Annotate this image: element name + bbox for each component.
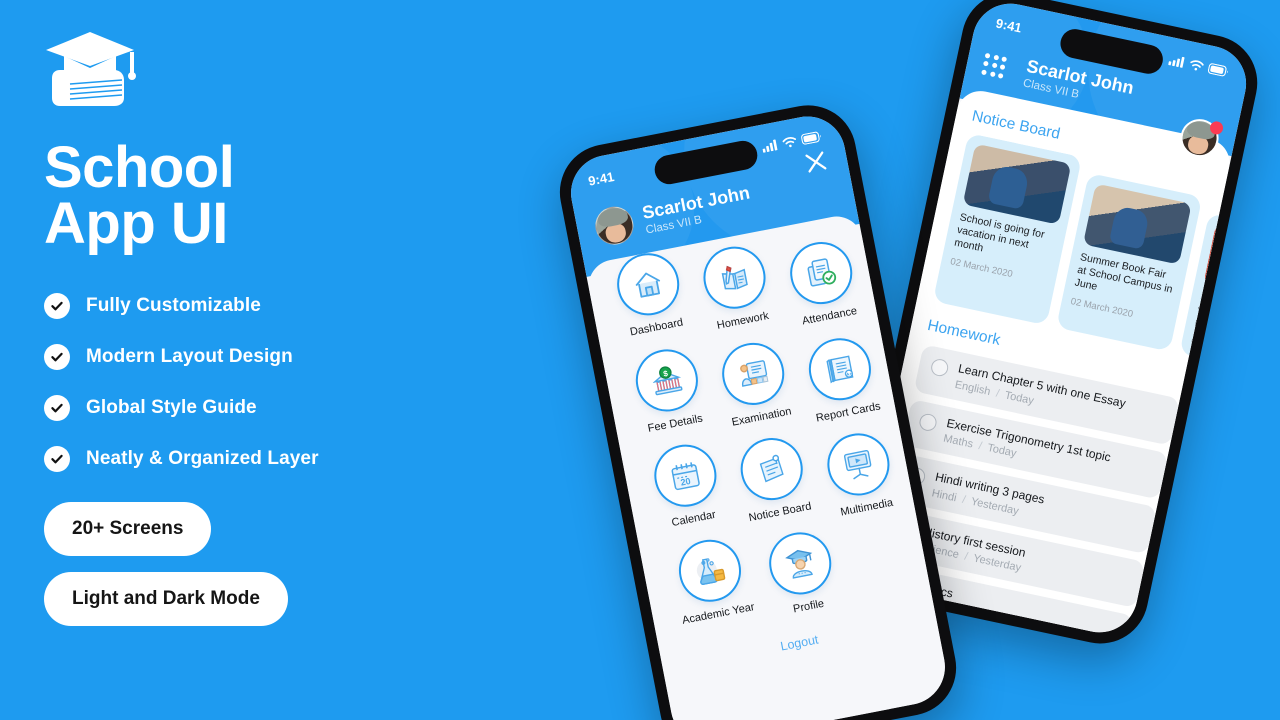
homework-due: Today	[986, 442, 1018, 460]
feature-label: Fully Customizable	[86, 294, 261, 316]
menu-label: Dashboard	[629, 316, 685, 339]
pill-group: 20+ Screens Light and Dark Mode	[44, 501, 464, 642]
check-circle-icon	[44, 394, 70, 421]
check-circle-icon	[44, 292, 70, 319]
pinned-note-icon	[735, 433, 809, 506]
bank-dollar-icon: $	[630, 343, 704, 417]
screens-count-pill[interactable]: 20+ Screens	[44, 501, 212, 556]
close-icon[interactable]	[801, 147, 831, 177]
homework-subject: Maths	[942, 432, 975, 451]
media-board-icon	[822, 428, 895, 502]
menu-label: Academic Year	[681, 600, 756, 627]
homework-due: Today	[1003, 389, 1035, 408]
flask-icon	[673, 534, 747, 608]
notice-thumbnail	[1203, 223, 1225, 305]
phone-mockup-front: 9:41 Scarlot John Class VII B Dashboard …	[551, 97, 965, 720]
menu-label: Profile	[792, 597, 826, 616]
separator: /	[977, 440, 983, 453]
wifi-icon	[782, 135, 798, 148]
presentation-person-icon	[716, 337, 790, 410]
notice-card[interactable]: Summer Book Fair at School Campus in Jun…	[1055, 172, 1203, 352]
menu-item-profile[interactable]: Profile	[752, 525, 852, 622]
feature-item: Modern Layout Design	[44, 343, 464, 370]
menu-label: Notice Board	[747, 500, 813, 525]
home-icon	[611, 247, 685, 321]
menu-label: Examination	[730, 405, 793, 429]
battery-icon	[800, 130, 823, 145]
feature-item: Global Style Guide	[44, 394, 464, 421]
page-title: School App UI	[44, 135, 464, 257]
menu-label: Calendar	[670, 509, 717, 530]
menu-sheet: Dashboard Homework Attendance $ Fee Deta…	[584, 212, 952, 720]
report-document-icon: A+	[803, 332, 877, 406]
menu-label: Attendance	[801, 305, 859, 328]
avatar[interactable]	[1177, 115, 1225, 161]
notice-date: 02 March 2020	[1189, 336, 1225, 360]
graduation-cap-books-icon	[44, 28, 136, 108]
title-line-2: App UI	[44, 191, 228, 257]
notice-text: School is going for vacation in next mon…	[1193, 290, 1225, 335]
left-info-panel: School App UI Fully Customizable Modern …	[44, 28, 464, 688]
status-time: 9:41	[586, 168, 616, 189]
battery-icon	[1207, 62, 1230, 77]
calendar-icon: 20	[649, 439, 722, 513]
check-circle-icon	[44, 445, 70, 472]
notice-thumbnail	[962, 143, 1072, 225]
menu-label: Multimedia	[839, 496, 895, 519]
checkbox-icon[interactable]	[929, 357, 950, 379]
check-circle-icon	[44, 343, 70, 370]
book-pencil-icon	[698, 241, 771, 315]
feature-item: Neatly & Organized Layer	[44, 445, 464, 472]
menu-label: Homework	[715, 309, 770, 332]
cellular-signal-icon	[1168, 54, 1186, 68]
notice-thumbnail	[1082, 183, 1192, 265]
cellular-signal-icon	[761, 138, 779, 153]
feature-list: Fully Customizable Modern Layout Design …	[44, 292, 464, 472]
graduate-person-icon	[763, 526, 837, 600]
menu-item-academic-year[interactable]: Academic Year	[662, 532, 764, 638]
menu-item-multimedia[interactable]: Multimedia	[810, 426, 910, 523]
feature-label: Modern Layout Design	[86, 345, 293, 367]
title-line-1: School	[44, 135, 235, 200]
wifi-icon	[1189, 58, 1205, 72]
avatar[interactable]	[592, 203, 637, 248]
menu-item-attendance[interactable]: Attendance	[773, 234, 873, 331]
menu-item-report-cards[interactable]: A+ Report Cards	[792, 330, 892, 427]
checkbox-icon[interactable]	[917, 412, 939, 433]
feature-label: Neatly & Organized Layer	[86, 447, 319, 469]
homework-subject: Hindi	[930, 486, 958, 504]
separator: /	[961, 493, 967, 506]
menu-label: Report Cards	[814, 399, 882, 425]
light-dark-mode-pill[interactable]: Light and Dark Mode	[44, 571, 288, 626]
phone-screen-front: 9:41 Scarlot John Class VII B Dashboard …	[564, 109, 952, 720]
poster-canvas: School App UI Fully Customizable Modern …	[0, 0, 1280, 720]
menu-grid: Dashboard Homework Attendance $ Fee Deta…	[604, 234, 915, 640]
notice-card[interactable]: School is going for vacation in next mon…	[932, 132, 1083, 326]
document-check-icon	[784, 236, 858, 310]
grid-menu-icon[interactable]	[981, 52, 1008, 79]
svg-text:20: 20	[680, 476, 692, 488]
feature-label: Global Style Guide	[86, 396, 257, 418]
separator: /	[994, 387, 1001, 400]
feature-item: Fully Customizable	[44, 292, 464, 319]
status-time: 9:41	[994, 14, 1024, 36]
separator: /	[963, 550, 969, 563]
menu-label: Fee Details	[646, 412, 704, 435]
